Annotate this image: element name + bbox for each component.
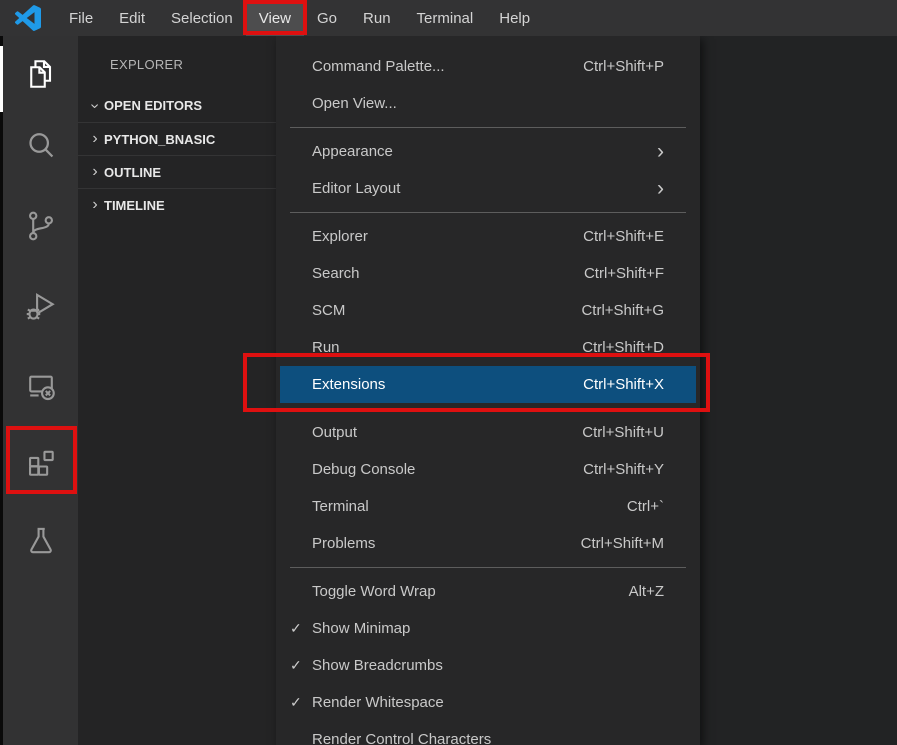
menu-item-shortcut: Ctrl+Shift+D [582,339,664,356]
menu-item-search[interactable]: Search Ctrl+Shift+F [276,255,700,292]
sidebar-section-label: TIMELINE [104,198,165,213]
chevron-right-icon [86,130,104,148]
menu-item-extensions[interactable]: Extensions Ctrl+Shift+X [280,366,696,403]
menu-item-label: Debug Console [312,461,415,478]
checkmark-icon: ✓ [290,620,312,637]
menu-item-label: Toggle Word Wrap [312,583,436,600]
view-dropdown-menu: Command Palette... Ctrl+Shift+P Open Vie… [276,36,700,745]
sidebar-section-label: OPEN EDITORS [104,98,202,113]
menu-item-run[interactable]: Run Ctrl+Shift+D [276,329,700,366]
menubar-item-terminal[interactable]: Terminal [404,0,487,36]
menubar-item-selection[interactable]: Selection [158,0,246,36]
active-view-indicator [0,46,3,112]
menubar-item-edit-label: Edit [119,10,145,27]
menu-item-render-whitespace[interactable]: ✓ Render Whitespace [276,684,700,721]
menubar-item-run[interactable]: Run [350,0,404,36]
remote-explorer-icon[interactable] [3,354,78,418]
menu-item-show-breadcrumbs[interactable]: ✓ Show Breadcrumbs [276,647,700,684]
menu-item-shortcut: Ctrl+Shift+F [584,265,664,282]
menu-item-show-minimap[interactable]: ✓ Show Minimap [276,610,700,647]
sidebar-section-timeline[interactable]: TIMELINE [78,188,276,221]
menu-item-shortcut: Ctrl+Shift+M [581,535,664,552]
menu-item-command-palette[interactable]: Command Palette... Ctrl+Shift+P [276,48,700,85]
menubar-item-run-label: Run [363,10,391,27]
menubar-item-go[interactable]: Go [304,0,350,36]
menu-item-shortcut: Ctrl+Shift+U [582,424,664,441]
menu-item-explorer[interactable]: Explorer Ctrl+Shift+E [276,218,700,255]
menu-item-shortcut: Ctrl+Shift+G [581,302,664,319]
menu-item-shortcut: Alt+Z [629,583,664,600]
menu-item-label: Command Palette... [312,58,445,75]
testing-icon[interactable] [3,508,78,572]
menu-bar: File Edit Selection View Go Run Terminal… [0,0,897,36]
menu-item-appearance[interactable]: Appearance › [276,133,700,170]
menu-item-scm[interactable]: SCM Ctrl+Shift+G [276,292,700,329]
source-control-icon[interactable] [3,194,78,258]
explorer-sidebar: EXPLORER OPEN EDITORS PYTHON_BNASIC OUTL… [78,36,276,745]
menu-item-label: Open View... [312,95,397,112]
sidebar-section-open-editors[interactable]: OPEN EDITORS [78,89,276,122]
menu-item-label: Output [312,424,357,441]
menu-item-debug-console[interactable]: Debug Console Ctrl+Shift+Y [276,451,700,488]
menu-item-shortcut: Ctrl+` [627,498,664,515]
menubar-item-terminal-label: Terminal [417,10,474,27]
menu-item-label: Editor Layout [312,180,400,197]
menu-item-label: Problems [312,535,375,552]
menubar-item-view[interactable]: View [246,0,304,36]
menubar-item-view-label: View [259,10,291,27]
sidebar-section-label: OUTLINE [104,165,161,180]
menu-item-editor-layout[interactable]: Editor Layout › [276,170,700,207]
menu-item-shortcut: Ctrl+Shift+Y [583,461,664,478]
menu-item-problems[interactable]: Problems Ctrl+Shift+M [276,525,700,562]
chevron-right-icon [86,196,104,214]
menu-item-label: Terminal [312,498,369,515]
menubar-item-go-label: Go [317,10,337,27]
menu-item-label: Search [312,265,360,282]
menubar-item-file-label: File [69,10,93,27]
menu-item-label: Show Breadcrumbs [312,657,443,674]
run-and-debug-icon[interactable] [3,274,78,338]
menubar-item-selection-label: Selection [171,10,233,27]
menu-item-render-control-characters[interactable]: Render Control Characters [276,721,700,745]
menu-item-toggle-word-wrap[interactable]: Toggle Word Wrap Alt+Z [276,573,700,610]
menu-item-label: Extensions [312,376,385,393]
menu-item-label: SCM [312,302,345,319]
activity-bar [3,36,78,745]
checkmark-icon: ✓ [290,694,312,711]
sidebar-section-label: PYTHON_BNASIC [104,132,215,147]
submenu-chevron-icon: › [657,178,664,199]
menu-separator [290,127,686,128]
menu-separator [290,567,686,568]
menu-item-label: Appearance [312,143,393,160]
menu-item-output[interactable]: Output Ctrl+Shift+U [276,414,700,451]
menubar-item-help-label: Help [499,10,530,27]
sidebar-title: EXPLORER [78,36,276,72]
explorer-icon[interactable] [3,42,78,106]
chevron-down-icon [86,97,104,115]
menu-item-label: Render Control Characters [312,731,491,745]
menu-separator [290,408,686,409]
menu-item-open-view[interactable]: Open View... [276,85,700,122]
sidebar-section-outline[interactable]: OUTLINE [78,155,276,188]
menu-item-label: Show Minimap [312,620,410,637]
menu-item-label: Run [312,339,340,356]
submenu-chevron-icon: › [657,141,664,162]
checkmark-icon: ✓ [290,657,312,674]
chevron-right-icon [86,163,104,181]
search-icon[interactable] [3,114,78,178]
extensions-icon[interactable] [3,430,78,494]
sidebar-section-python-bnasic[interactable]: PYTHON_BNASIC [78,122,276,155]
menu-item-shortcut: Ctrl+Shift+E [583,228,664,245]
menubar-item-edit[interactable]: Edit [106,0,158,36]
menu-item-label: Render Whitespace [312,694,444,711]
menubar-item-help[interactable]: Help [486,0,543,36]
menu-separator [290,212,686,213]
menu-item-shortcut: Ctrl+Shift+P [583,58,664,75]
menu-item-shortcut: Ctrl+Shift+X [583,376,664,393]
vscode-logo-icon [0,0,56,36]
menu-item-terminal[interactable]: Terminal Ctrl+` [276,488,700,525]
menu-item-label: Explorer [312,228,368,245]
menubar-item-file[interactable]: File [56,0,106,36]
